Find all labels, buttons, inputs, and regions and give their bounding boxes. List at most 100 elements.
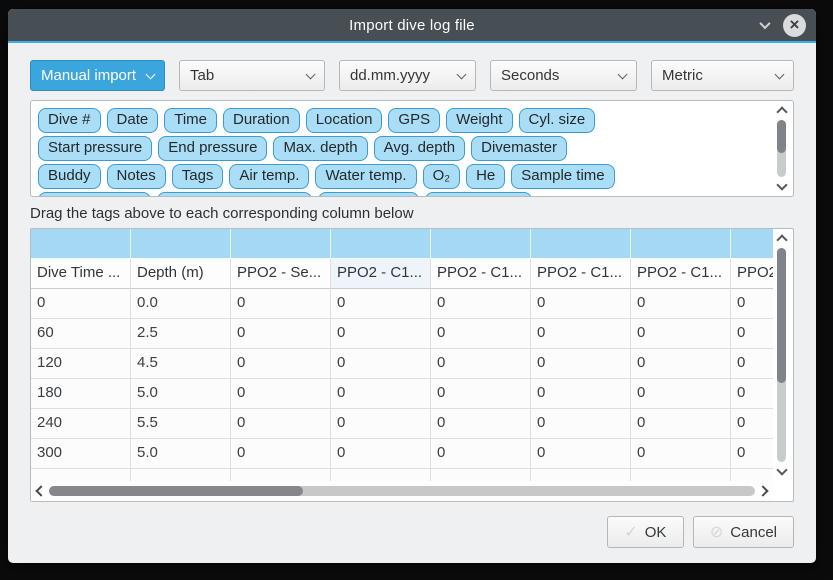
duration-format-select[interactable]: Seconds [490,60,637,91]
tag-o-[interactable]: O₂ [423,164,461,189]
scroll-down-icon[interactable] [776,179,787,190]
table-cell: 0 [331,349,431,379]
table-cell: 0 [531,349,631,379]
column-drop-cell[interactable] [331,229,431,259]
table-cell: 0 [631,439,731,469]
tag-date[interactable]: Date [107,108,159,133]
column-header-cell[interactable]: PPO2 - C1... [631,259,731,289]
shade-chevron-down-icon[interactable] [759,18,770,29]
duration-format-value: Seconds [501,67,611,84]
tag-divemaster[interactable]: Divemaster [471,136,567,161]
column-drop-cell[interactable] [731,229,773,259]
tag-buddy[interactable]: Buddy [38,164,101,189]
table-cell: 240 [31,409,131,439]
table-cell: 0 [231,319,331,349]
column-header-cell[interactable]: PPO2 - Se... [231,259,331,289]
scroll-up-icon[interactable] [776,234,787,245]
table-cell: 0 [31,289,131,319]
dialog-button-row: ✓OK ⊘Cancel [30,516,794,548]
tag-sample-cns[interactable]: Sample CNS [425,192,532,197]
table-cell: 0 [631,289,731,319]
table-cell: 0 [231,409,331,439]
tag-weight[interactable]: Weight [446,108,512,133]
table-cell: 0 [531,319,631,349]
tag-max-depth[interactable]: Max. depth [273,136,367,161]
column-header-cell[interactable]: PPO2 - C1... [431,259,531,289]
table-cell: 0 [431,289,531,319]
tag-avg-depth[interactable]: Avg. depth [374,136,465,161]
tag-sample-temperature[interactable]: Sample temperature [157,192,313,197]
scroll-left-icon[interactable] [35,485,46,496]
table-cell: 0 [331,289,431,319]
import-mode-select[interactable]: Manual import [30,60,165,91]
scrollbar-thumb[interactable] [777,248,786,383]
table-cell: 0 [631,409,731,439]
close-icon: × [790,16,800,33]
table-cell [731,469,773,481]
column-drop-cell[interactable] [431,229,531,259]
cancel-button[interactable]: ⊘Cancel [693,516,794,548]
chevron-down-icon [775,69,785,79]
column-drop-cell[interactable] [131,229,231,259]
table-row: 3005.0000000 [31,439,773,469]
date-format-select[interactable]: dd.mm.yyyy [339,60,476,91]
dialog-content: Manual import Tab dd.mm.yyyy Seconds Met… [8,43,816,548]
field-separator-select[interactable]: Tab [179,60,325,91]
tag-air-temp-[interactable]: Air temp. [229,164,309,189]
column-drop-cell[interactable] [631,229,731,259]
tag-sample-depth[interactable]: Sample depth [38,192,151,197]
tag-duration[interactable]: Duration [223,108,300,133]
tag-sample-po-[interactable]: Sample pO₂ [318,192,419,197]
scrollbar-track[interactable] [49,486,755,496]
window-title: Import dive log file [8,17,816,34]
tag-location[interactable]: Location [306,108,383,133]
tag-he[interactable]: He [466,164,505,189]
table-row: 1805.0000000 [31,379,773,409]
tag-cyl-size[interactable]: Cyl. size [519,108,596,133]
table-cell: 0 [731,349,773,379]
column-header-cell[interactable]: PPO2 - C1... [331,259,431,289]
units-select[interactable]: Metric [651,60,794,91]
scrollbar-thumb[interactable] [49,486,303,496]
chevron-down-icon [618,69,628,79]
scroll-up-icon[interactable] [776,106,787,117]
tag-pool-panel: Dive #DateTimeDurationLocationGPSWeight C… [30,100,794,197]
units-value: Metric [662,67,768,84]
scrollbar-track[interactable] [777,120,786,177]
scroll-right-icon[interactable] [757,485,768,496]
titlebar[interactable]: Import dive log file × [8,9,816,43]
close-button[interactable]: × [783,14,806,37]
tag-water-temp-[interactable]: Water temp. [315,164,416,189]
column-header-cell[interactable]: PPO2 - C1... [531,259,631,289]
column-drop-cell[interactable] [31,229,131,259]
column-drop-cell[interactable] [231,229,331,259]
tag-notes[interactable]: Notes [107,164,166,189]
ok-button[interactable]: ✓OK [607,516,684,548]
tag-gps[interactable]: GPS [388,108,440,133]
scroll-down-icon[interactable] [776,464,787,475]
column-header-cell[interactable]: Dive Time ... [31,259,131,289]
table-cell [331,469,431,481]
tag-end-pressure[interactable]: End pressure [158,136,267,161]
scrollbar-track[interactable] [777,248,786,462]
column-header-cell[interactable]: Depth (m) [131,259,231,289]
table-vertical-scrollbar[interactable] [773,231,791,479]
column-header-cell[interactable]: PPO2 [731,259,773,289]
tag-time[interactable]: Time [164,108,217,133]
chevron-down-icon [306,69,316,79]
tag-tags[interactable]: Tags [172,164,224,189]
tag-list: Dive #DateTimeDurationLocationGPSWeight C… [38,108,767,197]
tag-pool-scrollbar[interactable] [773,103,791,194]
tag-start-pressure[interactable]: Start pressure [38,136,152,161]
scrollbar-thumb[interactable] [777,120,786,153]
tag-dive-[interactable]: Dive # [38,108,101,133]
table-row: 2405.5000000 [31,409,773,439]
column-drop-cell[interactable] [531,229,631,259]
table-row [31,469,773,481]
table-cell: 0 [331,409,431,439]
check-icon: ✓ [624,522,637,542]
table-horizontal-scrollbar[interactable] [31,481,773,501]
tag-sample-time[interactable]: Sample time [511,164,614,189]
table-cell [31,469,131,481]
table-cell: 0 [531,439,631,469]
